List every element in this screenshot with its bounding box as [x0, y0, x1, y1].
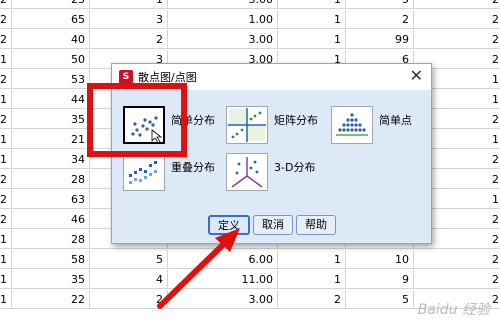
annotation-arrow-icon	[157, 228, 240, 309]
watermark: Baidu 经验	[417, 302, 490, 318]
